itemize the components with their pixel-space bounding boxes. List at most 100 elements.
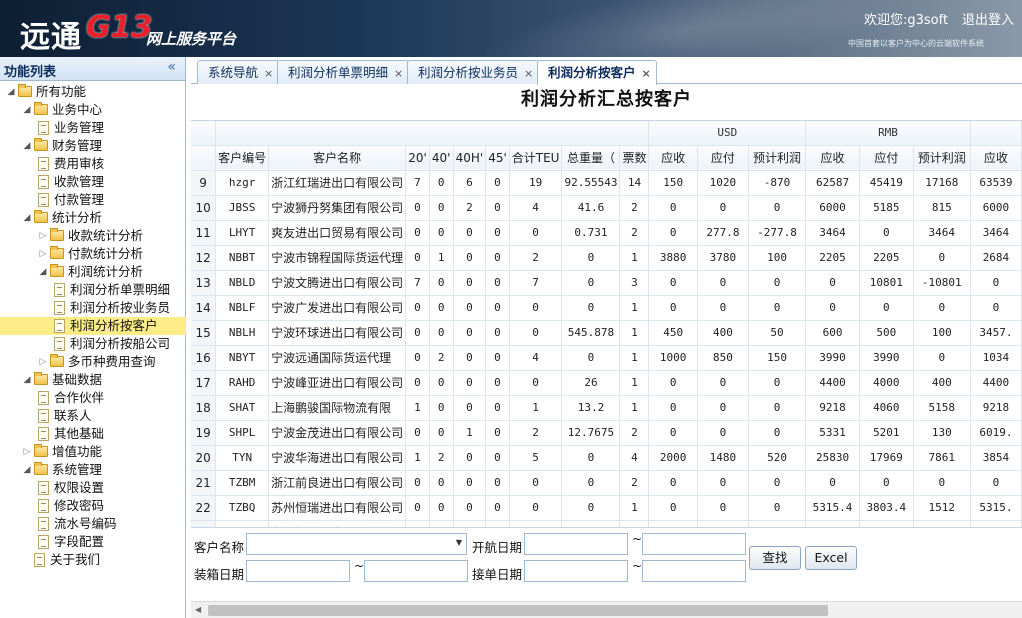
sail-date-from-input[interactable]: [524, 533, 628, 555]
column-header[interactable]: 客户编号: [215, 145, 270, 171]
tree-item[interactable]: ▷ 付款统计分析: [0, 245, 186, 263]
column-header[interactable]: 票数: [619, 145, 650, 171]
table-row[interactable]: 19 SHPL 宁波金茂进出口有限公司 0 0 1 0 2 12.7675 2 0 0 0 5331 520…: [191, 420, 1022, 446]
tree-item[interactable]: 联系人: [0, 407, 186, 425]
tree-item[interactable]: ▷ 增值功能: [0, 443, 186, 461]
tree-item[interactable]: 业务管理: [0, 119, 186, 137]
column-header[interactable]: 应付: [697, 145, 749, 171]
scroll-left-icon[interactable]: ◀: [195, 605, 201, 614]
tree-item[interactable]: 利润分析单票明细: [0, 281, 186, 299]
expanded-arrow-icon[interactable]: ◢: [22, 137, 32, 155]
tree-item[interactable]: 合作伙伴: [0, 389, 186, 407]
collapsed-arrow-icon[interactable]: ▷: [38, 227, 48, 245]
table-row[interactable]: 14 NBLF 宁波广发进出口有限公司 0 0 0 0 0 0 1 0 0 0 0 0 0 0: [191, 295, 1022, 321]
table-row[interactable]: 12 NBBT 宁波市锦程国际货运代理 0 1 0 0 2 0 1 3880 3780 100 2205 2…: [191, 245, 1022, 271]
tree-item[interactable]: ◢ 统计分析: [0, 209, 186, 227]
tree-item[interactable]: 流水号编码: [0, 515, 186, 533]
column-header[interactable]: 应收: [805, 145, 860, 171]
document-icon: [38, 409, 49, 423]
query-button[interactable]: 查找: [749, 546, 801, 570]
table-cell: NBYT: [215, 345, 270, 371]
tab-3[interactable]: 利润分析按业务员 ×: [407, 60, 540, 84]
tree-item[interactable]: 权限设置: [0, 479, 186, 497]
tab-4[interactable]: 利润分析按客户 ×: [537, 60, 657, 85]
column-header[interactable]: 45': [485, 145, 510, 171]
tree-item[interactable]: 字段配置: [0, 533, 186, 551]
tree-item[interactable]: 关于我们: [0, 551, 186, 569]
order-date-from-input[interactable]: [524, 560, 628, 582]
scroll-thumb[interactable]: [208, 605, 828, 616]
expanded-arrow-icon[interactable]: ◢: [22, 371, 32, 389]
tree-item[interactable]: ◢ 基础数据: [0, 371, 186, 389]
pack-date-from-input[interactable]: [246, 560, 350, 582]
excel-export-button[interactable]: Excel: [805, 546, 857, 570]
column-header[interactable]: 应收: [970, 145, 1022, 171]
collapsed-arrow-icon[interactable]: ▷: [22, 443, 32, 461]
table-row[interactable]: 13 NBLD 宁波文腾进出口有限公司 7 0 0 0 7 0 3 0 0 0 0 10801 -10801 0: [191, 270, 1022, 296]
table-cell: 0: [913, 470, 971, 496]
collapse-icon[interactable]: «: [167, 59, 176, 75]
column-header[interactable]: 预计利润: [913, 145, 971, 171]
sail-date-to-input[interactable]: [642, 533, 746, 555]
collapsed-arrow-icon[interactable]: ▷: [38, 353, 48, 371]
tree-item[interactable]: ◢ 利润统计分析: [0, 263, 186, 281]
column-header[interactable]: 20': [405, 145, 430, 171]
tree-item[interactable]: 其他基础: [0, 425, 186, 443]
table-row[interactable]: 15 NBLH 宁波环球进出口有限公司 0 0 0 0 0 545.878 1 450 400 50 60…: [191, 320, 1022, 346]
tab-2[interactable]: 利润分析单票明细 ×: [277, 60, 410, 84]
customer-name-combo[interactable]: [246, 533, 467, 555]
table-row[interactable]: 17 RAHD 宁波峰亚进出口有限公司 0 0 0 0 0 26 1 0 0 0 4400 4000 400 4…: [191, 370, 1022, 396]
order-date-to-input[interactable]: [642, 560, 746, 582]
tree-item[interactable]: 付款管理: [0, 191, 186, 209]
tree-item[interactable]: 收款管理: [0, 173, 186, 191]
tree-item[interactable]: 修改密码: [0, 497, 186, 515]
table-row[interactable]: 10 JBSS 宁波狮丹努集团有限公司 0 0 2 0 4 41.6 2 0 0 0 6000 5185 81…: [191, 195, 1022, 221]
close-icon[interactable]: ×: [524, 67, 533, 80]
table-row[interactable]: 16 NBYT 宁波远通国际货运代理 0 2 0 0 4 0 1 1000 850 150 3990 399…: [191, 345, 1022, 371]
expanded-arrow-icon[interactable]: ◢: [22, 101, 32, 119]
table-row[interactable]: 23TZOLG浙江杉迪进出口股份有1500112002.852637002300…: [191, 520, 1022, 527]
horizontal-scrollbar[interactable]: ◀: [191, 601, 1022, 618]
column-header[interactable]: 合计TEU: [509, 145, 563, 171]
column-header[interactable]: 客户名称: [268, 145, 407, 171]
expanded-arrow-icon[interactable]: ◢: [22, 209, 32, 227]
column-header[interactable]: 40': [429, 145, 454, 171]
table-row[interactable]: 22 TZBQ 苏州恒瑞进出口有限公司 0 0 0 0 0 0 1 0 0 0 5315.4 3803.4 1…: [191, 495, 1022, 521]
tree-item[interactable]: 费用审核: [0, 155, 186, 173]
table-cell: 宁波峰亚进出口有限公司: [268, 370, 407, 396]
table-row[interactable]: 18 SHAT 上海鹏骏国际物流有限 1 0 0 0 1 13.2 1 0 0 0 9218 4060 515…: [191, 395, 1022, 421]
expanded-arrow-icon[interactable]: ◢: [38, 263, 48, 281]
tab-1[interactable]: 系统导航 ×: [197, 60, 280, 84]
table-cell: 3854: [970, 445, 1022, 471]
close-icon[interactable]: ×: [264, 67, 273, 80]
row-number: 21: [191, 470, 217, 496]
tree-item[interactable]: ◢ 业务中心: [0, 101, 186, 119]
close-icon[interactable]: ×: [394, 67, 403, 80]
tree-item[interactable]: 利润分析按业务员: [0, 299, 186, 317]
table-cell: 0: [429, 470, 454, 496]
table-row[interactable]: 9 hzgr 浙江红瑞进出口有限公司 7 0 6 0 19 92.55543 14 150 1020-…: [191, 170, 1022, 196]
tree-item[interactable]: ▷ 收款统计分析: [0, 227, 186, 245]
close-icon[interactable]: ×: [642, 67, 651, 80]
table-row[interactable]: 21 TZBM 浙江前良进出口有限公司 0 0 0 0 0 0 2 0 0 0 0 0 0 0: [191, 470, 1022, 496]
table-cell: 3990: [805, 345, 860, 371]
column-header[interactable]: 预计利润: [748, 145, 807, 171]
expanded-arrow-icon[interactable]: ◢: [22, 461, 32, 479]
tree-item[interactable]: ◢ 所有功能: [0, 83, 186, 101]
collapsed-arrow-icon[interactable]: ▷: [38, 245, 48, 263]
table-row[interactable]: 11 LHYT 爽友进出口贸易有限公司 0 0 0 0 0 0.731 2 0 277.8 -277.8…: [191, 220, 1022, 246]
column-header[interactable]: 应付: [859, 145, 914, 171]
tree-item[interactable]: ◢ 财务管理: [0, 137, 186, 155]
logout-link[interactable]: 退出登入: [962, 9, 1014, 28]
column-header[interactable]: 总重量（: [561, 145, 621, 171]
tree-item[interactable]: 利润分析按船公司: [0, 335, 186, 353]
table-row[interactable]: 20 TYN 宁波华海进出口有限公司 1 2 0 0 5 0 4 2000 1480 520 25830 1…: [191, 445, 1022, 471]
column-header[interactable]: 应收: [648, 145, 698, 171]
tree-item[interactable]: ▷ 多币种费用查询: [0, 353, 186, 371]
tree-item[interactable]: 利润分析按客户: [0, 317, 186, 335]
table-cell: 0: [648, 295, 698, 321]
tree-item[interactable]: ◢ 系统管理: [0, 461, 186, 479]
pack-date-to-input[interactable]: [364, 560, 468, 582]
expanded-arrow-icon[interactable]: ◢: [6, 83, 16, 101]
column-header[interactable]: 40H': [453, 145, 487, 171]
